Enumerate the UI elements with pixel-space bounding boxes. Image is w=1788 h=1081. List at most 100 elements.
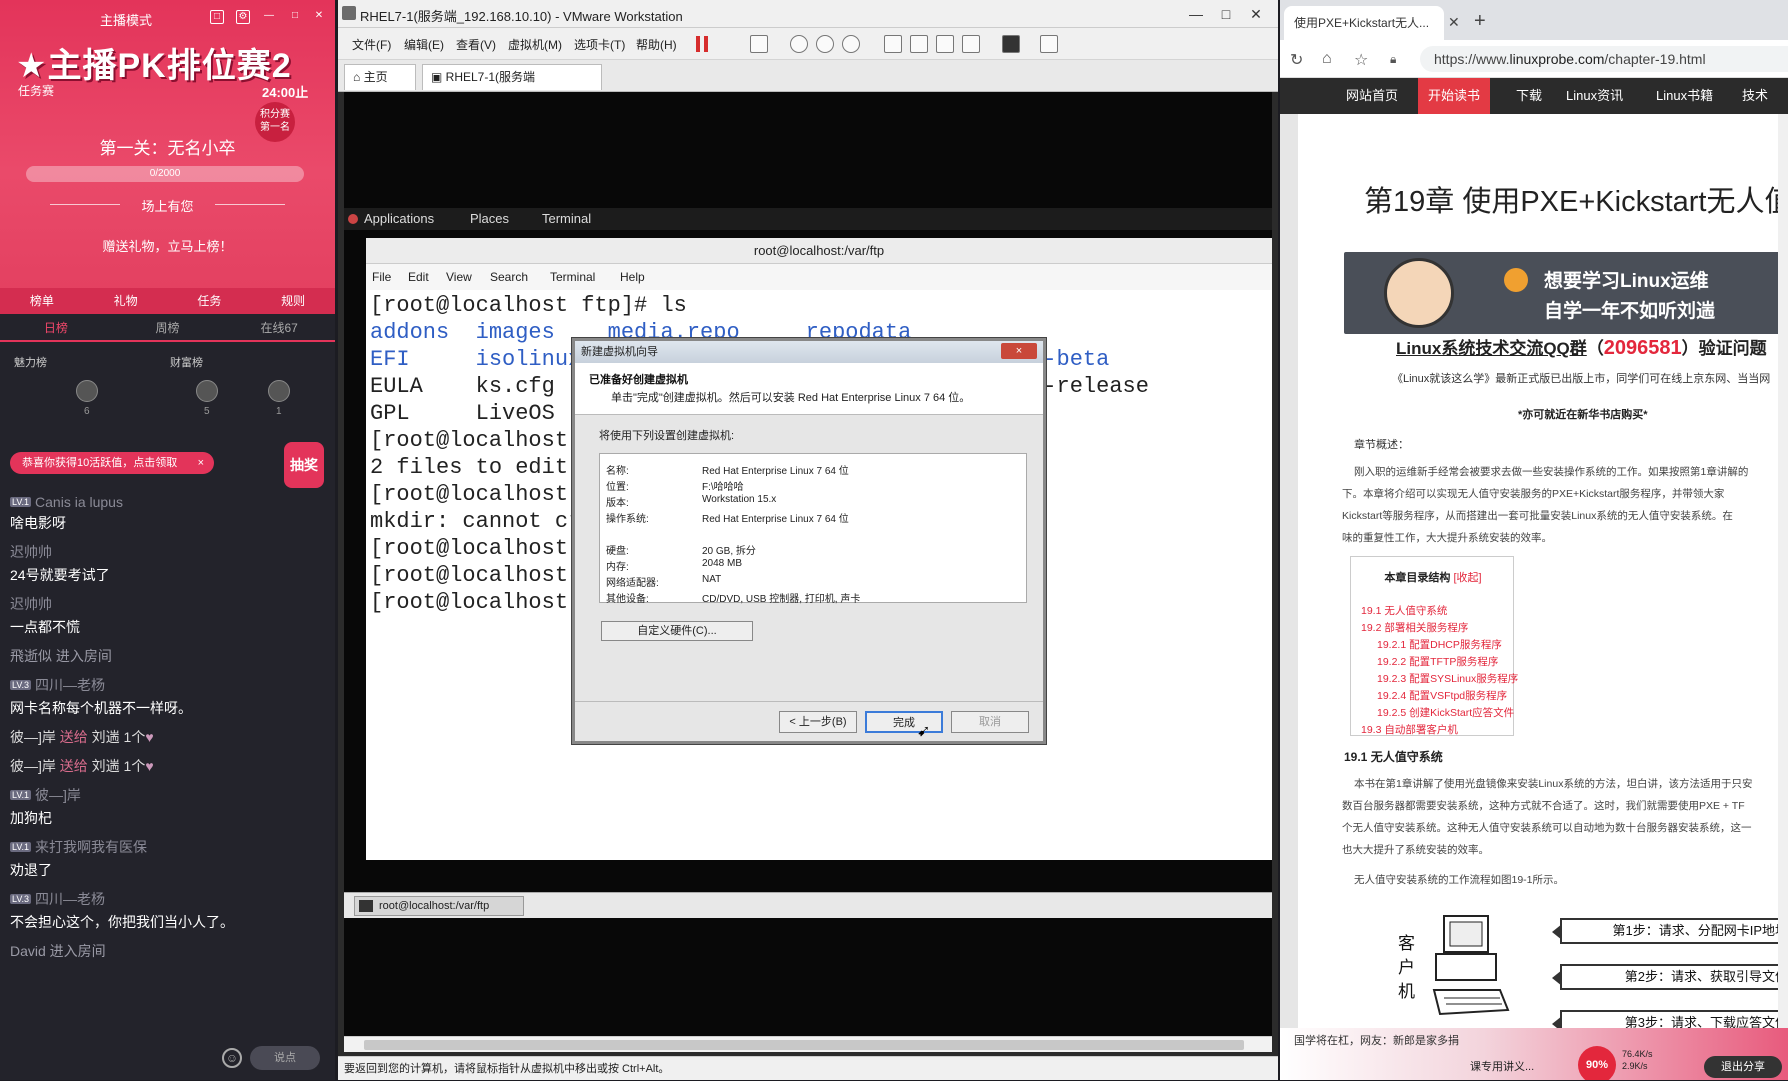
- lottery-button[interactable]: 抽奖: [284, 442, 324, 488]
- toc-link[interactable]: 19.2.5 创建KickStart应答文件: [1377, 705, 1514, 720]
- ad-banner[interactable]: 想要学习Linux运维 自学一年不如听刘遄: [1344, 252, 1788, 334]
- menu-vm[interactable]: 虚拟机(M): [508, 36, 562, 53]
- send-keys-icon[interactable]: [750, 35, 768, 53]
- sidebar-icon[interactable]: [884, 35, 902, 53]
- close-icon[interactable]: ✕: [1246, 4, 1266, 24]
- close-icon[interactable]: ×: [198, 452, 204, 474]
- gift-cta[interactable]: 赠送礼物，立马上榜！: [0, 236, 335, 255]
- charm-list-label[interactable]: 魅力榜: [14, 354, 47, 370]
- close-icon[interactable]: ×: [1001, 343, 1037, 359]
- snapshot-icon[interactable]: [790, 35, 808, 53]
- settings-icon[interactable]: ⚙: [236, 10, 250, 24]
- tab-home[interactable]: ⌂ 主页: [344, 64, 416, 90]
- menu-edit[interactable]: 编辑(E): [404, 36, 444, 53]
- term-menu-terminal[interactable]: Terminal: [550, 270, 595, 284]
- cancel-button[interactable]: 取消: [951, 711, 1029, 733]
- terminal-app-label[interactable]: Terminal: [542, 211, 591, 226]
- url-field[interactable]: https://www.linuxprobe.com/chapter-19.ht…: [1420, 46, 1788, 72]
- tab-leaderboard[interactable]: 榜单: [0, 288, 84, 314]
- tab-rhel7[interactable]: ▣ RHEL7-1(服务端_192.168....✕: [422, 64, 602, 108]
- toc-link[interactable]: 19.2 部署相关服务程序: [1361, 620, 1468, 635]
- menu-file[interactable]: 文件(F): [352, 36, 391, 53]
- settings-summary[interactable]: 名称: Red Hat Enterprise Linux 7 64 位位置: F:\…: [599, 453, 1027, 605]
- pause-icon[interactable]: [696, 36, 708, 52]
- nav-linux-books[interactable]: Linux书籍: [1646, 78, 1723, 114]
- minimize-icon[interactable]: —: [262, 10, 276, 24]
- maximize-icon[interactable]: □: [288, 10, 302, 24]
- horizontal-scrollbar[interactable]: [344, 1036, 1272, 1052]
- chat-user[interactable]: 来打我啊我有医保: [35, 839, 147, 855]
- term-menu-help[interactable]: Help: [620, 270, 645, 284]
- chat-user[interactable]: 彼—]岸: [35, 787, 81, 803]
- nav-start-reading[interactable]: 开始读书: [1418, 78, 1491, 114]
- stretch-icon[interactable]: [1040, 35, 1058, 53]
- nav-download[interactable]: 下载: [1506, 78, 1552, 114]
- term-menu-search[interactable]: Search: [490, 270, 528, 284]
- qq-group-label[interactable]: Linux系统技术交流QQ群: [1396, 339, 1587, 358]
- chat-user[interactable]: Canis ia lupus: [35, 494, 123, 510]
- maximize-icon[interactable]: □: [1216, 4, 1236, 24]
- rank-number: 1: [276, 406, 282, 417]
- toc-link[interactable]: 19.2.2 配置TFTP服务程序: [1377, 654, 1498, 669]
- term-menu-view[interactable]: View: [446, 270, 472, 284]
- tab-daily[interactable]: 日榜: [0, 314, 112, 340]
- fullscreen-icon[interactable]: □: [210, 10, 224, 24]
- toc-link[interactable]: 19.2.1 配置DHCP服务程序: [1377, 637, 1502, 652]
- finish-button[interactable]: 完成: [865, 711, 943, 733]
- menu-view[interactable]: 查看(V): [456, 36, 496, 53]
- toc-link[interactable]: 19.2.4 配置VSFtpd服务程序: [1377, 688, 1507, 703]
- exit-share-button[interactable]: 退出分享: [1704, 1056, 1782, 1078]
- nav-linux-news[interactable]: Linux资讯: [1556, 78, 1633, 114]
- menu-help[interactable]: 帮助(H): [636, 36, 677, 53]
- wealth-list-label[interactable]: 财富榜: [170, 354, 203, 370]
- close-tab-icon[interactable]: ✕: [1448, 14, 1460, 31]
- bookmark-star-icon[interactable]: ☆: [1354, 50, 1368, 70]
- avatar[interactable]: [76, 380, 98, 402]
- browser-tab[interactable]: 使用PXE+Kickstart无人...: [1284, 6, 1444, 40]
- tab-gifts[interactable]: 礼物: [84, 288, 168, 314]
- vertical-scrollbar[interactable]: [1778, 114, 1788, 1028]
- fullscreen-icon[interactable]: [936, 35, 954, 53]
- term-menu-file[interactable]: File: [372, 270, 391, 284]
- term-menu-edit[interactable]: Edit: [408, 270, 429, 284]
- applications-menu[interactable]: Applications: [364, 211, 434, 226]
- thumbnail-icon[interactable]: [910, 35, 928, 53]
- tab-weekly[interactable]: 周榜: [112, 314, 224, 340]
- chat-user[interactable]: 迟帅帅: [10, 544, 52, 560]
- chat-user[interactable]: 四川—老杨: [35, 891, 105, 907]
- new-tab-icon[interactable]: +: [1474, 10, 1486, 33]
- close-icon[interactable]: ✕: [312, 10, 326, 24]
- toc-link[interactable]: 19.1 无人值守系统: [1361, 603, 1447, 618]
- chat-user[interactable]: 彼—]岸: [10, 729, 56, 745]
- unity-icon[interactable]: [962, 35, 980, 53]
- tab-tasks[interactable]: 任务: [168, 288, 252, 314]
- chat-user[interactable]: 四川—老杨: [35, 677, 105, 693]
- places-menu[interactable]: Places: [470, 211, 509, 226]
- taskbar-terminal-item[interactable]: root@localhost:/var/ftp: [354, 896, 524, 916]
- toc-collapse-link[interactable]: [收起]: [1453, 572, 1481, 584]
- chat-user[interactable]: 彼—]岸: [10, 758, 56, 774]
- nav-tech[interactable]: 技术干货: [1732, 78, 1788, 139]
- tab-rules[interactable]: 规则: [251, 288, 335, 314]
- console-icon[interactable]: [1002, 35, 1020, 53]
- home-icon[interactable]: ⌂: [1322, 50, 1332, 68]
- nav-home[interactable]: 网站首页: [1336, 78, 1408, 114]
- avatar[interactable]: [268, 380, 290, 402]
- chat-input[interactable]: 说点: [250, 1046, 320, 1070]
- toc-link[interactable]: 19.3 自动部署客户机: [1361, 722, 1458, 737]
- back-button[interactable]: < 上一步(B): [779, 711, 857, 733]
- avatar[interactable]: [196, 380, 218, 402]
- snapshot-manager-icon[interactable]: [842, 35, 860, 53]
- tab-online[interactable]: 在线67: [223, 314, 335, 340]
- menu-tabs[interactable]: 选项卡(T): [574, 36, 625, 53]
- news-ticker[interactable]: 国学将在杠，网友：新郎是家多捐: [1294, 1032, 1459, 1048]
- minimize-icon[interactable]: —: [1186, 4, 1206, 24]
- reload-icon[interactable]: ↻: [1290, 50, 1303, 70]
- reward-notice[interactable]: 恭喜你获得10活跃值，点击领取 ×: [10, 452, 214, 474]
- customize-hardware-button[interactable]: 自定义硬件(C)...: [601, 621, 753, 641]
- chat-user[interactable]: 迟帅帅: [10, 596, 52, 612]
- emoji-icon[interactable]: ☺: [222, 1048, 242, 1068]
- toc-link[interactable]: 19.2.3 配置SYSLinux服务程序: [1377, 671, 1518, 686]
- revert-snapshot-icon[interactable]: [816, 35, 834, 53]
- scrollbar-thumb[interactable]: [364, 1040, 1244, 1050]
